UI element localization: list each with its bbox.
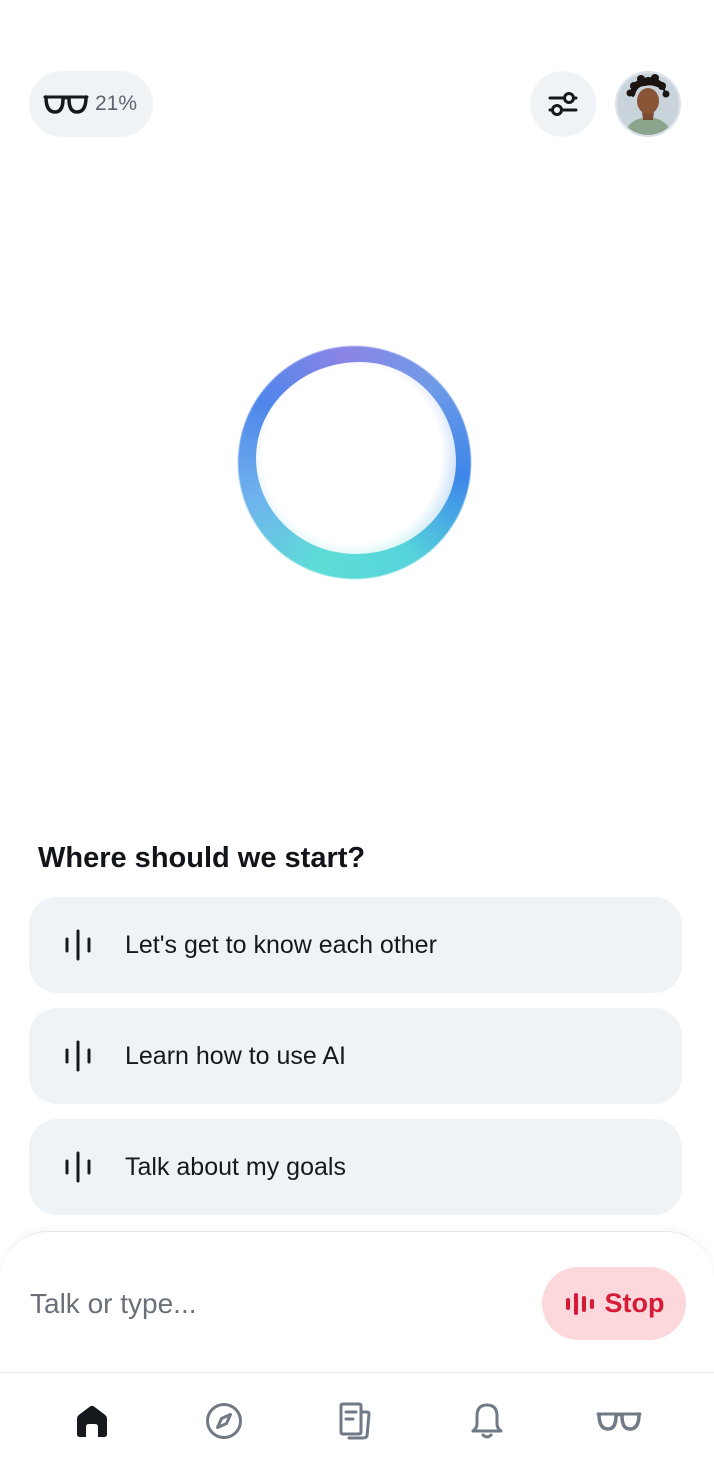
document-icon [339, 1402, 371, 1440]
suggestion-label: Let's get to know each other [125, 930, 437, 959]
glasses-battery-pill[interactable]: 21% [29, 71, 153, 137]
glasses-icon [596, 1412, 642, 1431]
composer: Talk or type... Stop [0, 1231, 714, 1373]
app-screen: 21% Where should we start? Let's get to … [0, 0, 714, 1469]
voice-orb-center [256, 362, 456, 554]
settings-button[interactable] [530, 71, 596, 137]
stop-button[interactable]: Stop [542, 1267, 686, 1340]
stop-label: Stop [604, 1288, 665, 1318]
message-input[interactable]: Talk or type... [30, 1288, 197, 1320]
user-avatar[interactable] [615, 71, 681, 137]
home-icon [77, 1405, 107, 1437]
suggestion-learn-ai[interactable]: Learn how to use AI [29, 1008, 682, 1104]
nav-notifications[interactable] [462, 1399, 512, 1443]
voice-bars-icon [565, 1292, 594, 1315]
avatar-image [617, 73, 679, 135]
bottom-nav [0, 1372, 714, 1469]
compass-icon [206, 1403, 242, 1439]
voice-wave-icon [65, 929, 91, 961]
voice-wave-icon [65, 1151, 91, 1183]
nav-explore[interactable] [199, 1399, 249, 1443]
nav-feed[interactable] [330, 1399, 380, 1443]
voice-wave-icon [65, 1040, 91, 1072]
nav-glasses[interactable] [594, 1399, 644, 1443]
glasses-battery-percent: 21% [95, 92, 138, 115]
nav-home[interactable] [67, 1399, 117, 1443]
glasses-icon [43, 95, 89, 114]
sliders-icon [548, 92, 578, 116]
suggestion-label: Learn how to use AI [125, 1041, 346, 1070]
suggestion-get-to-know[interactable]: Let's get to know each other [29, 897, 682, 993]
suggestion-label: Talk about my goals [125, 1152, 346, 1181]
suggestions-heading: Where should we start? [38, 842, 366, 874]
bell-icon [471, 1403, 503, 1439]
suggestion-goals[interactable]: Talk about my goals [29, 1119, 682, 1215]
